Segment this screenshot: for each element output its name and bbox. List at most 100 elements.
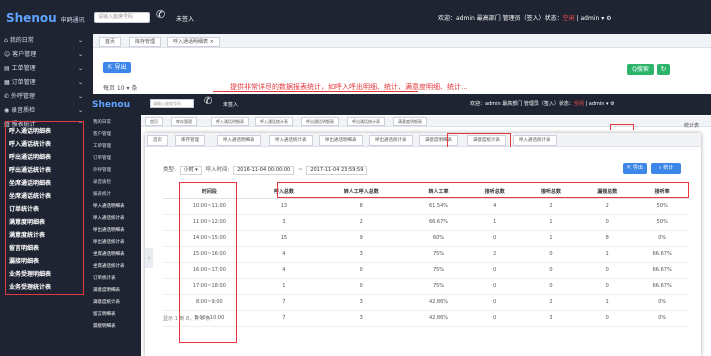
- overlay1-phone-icon[interactable]: ✆: [204, 96, 212, 107]
- table-row: 17:00~18:00 1 0 75% 0 0 0 66.67%: [163, 278, 689, 295]
- overlay1-sidebar-item[interactable]: 我的日常: [89, 118, 141, 128]
- report-submenu-highlight: [5, 121, 84, 295]
- overlay1-tab[interactable]: 库存管理: [171, 117, 197, 126]
- overlay1-tab[interactable]: 满意度明细表: [393, 117, 427, 126]
- table-cell: 50%: [635, 214, 689, 231]
- overlay1-sidebar-item[interactable]: 满意度统计表: [89, 298, 141, 308]
- overlay1-sidebar-item[interactable]: 呼出通话明细表: [89, 226, 141, 236]
- table-cell: 0: [466, 262, 523, 279]
- table-cell: 42.86%: [410, 294, 467, 311]
- table-cell: 1: [522, 230, 580, 247]
- chevron-down-icon: ⌄: [77, 51, 83, 58]
- app-logo[interactable]: Shenou 申鸥通讯: [6, 11, 85, 25]
- sidebar-item-5[interactable]: ◉ 录音质检 ⌄: [0, 104, 93, 118]
- overlay1-sidebar-item[interactable]: 坐席通话统计表: [89, 262, 141, 272]
- collapse-arrow-icon[interactable]: ‹: [145, 248, 153, 268]
- table-cell: 66.67%: [635, 246, 689, 263]
- table-cell: 7: [255, 294, 312, 311]
- table-cell: 0: [312, 278, 411, 295]
- table-cell: 3: [255, 214, 312, 231]
- overlay1-sidebar-item[interactable]: 呼出通话统计表: [89, 238, 141, 248]
- table-cell: 13: [255, 198, 312, 215]
- table-cell: 0: [466, 310, 523, 327]
- table-cell: 2: [312, 214, 411, 231]
- table-cell: 0: [579, 278, 636, 295]
- overlay1-sidebar-item[interactable]: 客户管理: [89, 130, 141, 140]
- overlay1-sidebar-item[interactable]: 呼入通话统计表: [89, 214, 141, 224]
- overlay1-sidebar-item[interactable]: 呼入通话明细表: [89, 202, 141, 212]
- table-cell: 4: [466, 198, 523, 215]
- sidebar-icon: ▤: [4, 65, 10, 72]
- settings-icon[interactable]: ⚙: [606, 15, 611, 22]
- phone-icon[interactable]: ✆: [156, 8, 165, 21]
- report-tab[interactable]: 呼入通话明细表: [217, 135, 261, 146]
- table-cell: 61.54%: [410, 198, 467, 215]
- table-row: 10:00~11:00 13 8 61.54% 4 2 2 50%: [163, 198, 689, 215]
- overlay1-sidebar-item[interactable]: 留言明细表: [89, 310, 141, 320]
- sidebar-item-2[interactable]: ▤ 工单管理 ⌄: [0, 62, 93, 76]
- agent-search-input[interactable]: 请输入座席号码: [94, 12, 150, 23]
- table-cell: 3: [312, 294, 411, 311]
- overlay1-sidebar-item[interactable]: 工单管理: [89, 142, 141, 152]
- table-cell: 50%: [635, 198, 689, 215]
- overlay1-search-input[interactable]: 请输入座席号码: [150, 99, 194, 108]
- table-cell: 1: [579, 294, 636, 311]
- table-cell: 75%: [410, 278, 467, 295]
- overlay1-sidebar-item[interactable]: 满意度明细表: [89, 286, 141, 296]
- report-tab[interactable]: 首页: [147, 135, 168, 146]
- overlay1-sidebar-item[interactable]: 外呼管理: [89, 166, 141, 176]
- sidebar-item-1[interactable]: ☺ 客户管理 ⌄: [0, 48, 93, 62]
- table-cell: 1: [579, 246, 636, 263]
- table-cell: 8: [579, 230, 636, 247]
- overlay1-tab[interactable]: 呼出通话明细表: [301, 117, 339, 126]
- overlay1-tab[interactable]: 首页: [145, 117, 163, 126]
- user-menu[interactable]: admin: [580, 15, 599, 22]
- start-time-input[interactable]: 2016-11-04 00:00:00: [233, 166, 295, 175]
- filter-row: 类型: 小时 ▾ 呼入时间: 2016-11-04 00:00:00 ~ 201…: [163, 165, 369, 175]
- end-time-input[interactable]: 2017-11-04 23:59:59: [306, 166, 368, 175]
- report-tab[interactable]: 库存管理: [175, 135, 205, 146]
- search-button[interactable]: Q搜索: [627, 64, 654, 75]
- overlay1-sidebar-item[interactable]: 订单管理: [89, 154, 141, 164]
- overlay1-welcome-text: 欢迎：admin 最高部门 管理员（签入）状态：空闲 | admin ▾ ⚙: [470, 101, 615, 107]
- overlay1-sidebar-item[interactable]: 订单统计表: [89, 274, 141, 284]
- sidebar-item-0[interactable]: ⌂ 我的日常 ⌄: [0, 34, 93, 48]
- sidebar-item-3[interactable]: ▦ 订单管理 ⌄: [0, 76, 93, 90]
- table-cell: 0: [466, 278, 523, 295]
- report-tab[interactable]: 呼出通话统计表: [369, 135, 413, 146]
- table-cell: 1: [522, 214, 580, 231]
- overlay1-hint: 统计表: [684, 123, 700, 129]
- report-tab[interactable]: 呼入通话统计表: [513, 135, 557, 146]
- overlay1-sidebar-item[interactable]: 坐席通话明细表: [89, 250, 141, 260]
- report-stats-button[interactable]: ⌕ 统计: [651, 163, 681, 174]
- overlay1-tab-highlight: [610, 124, 634, 130]
- report-tab[interactable]: 呼出通话明细表: [319, 135, 363, 146]
- report-tab[interactable]: 呼入通话统计表: [269, 135, 313, 146]
- overlay1-tab[interactable]: 呼入通话明细表: [211, 117, 249, 126]
- report-window: 首页 库存管理 呼入通话明细表 呼入通话统计表 呼出通话明细表 呼出通话统计表 满意度明细表…: [145, 133, 701, 356]
- table-cell: 2: [522, 198, 580, 215]
- page-size-select[interactable]: 每页 10 ▾ 条: [103, 83, 137, 92]
- tab-home[interactable]: 首页: [99, 37, 122, 47]
- agent-status: 未签入: [176, 16, 195, 23]
- table-cell: 66.67%: [410, 214, 467, 231]
- table-cell: 0: [466, 294, 523, 311]
- tab-inbound-detail[interactable]: 呼入通话明细表 ×: [167, 37, 220, 47]
- table-cell: 0%: [635, 310, 689, 327]
- refresh-icon[interactable]: ↻: [657, 64, 670, 75]
- report-export-button[interactable]: ⇱ 导出: [623, 163, 647, 174]
- sidebar-item-4[interactable]: ✆ 外呼管理 ⌄: [0, 90, 93, 104]
- tab-inventory[interactable]: 库存管理: [129, 37, 162, 47]
- type-select[interactable]: 小时 ▾: [179, 166, 202, 175]
- overlay1-sidebar-item[interactable]: 漏接明细表: [89, 322, 141, 332]
- overlay1-tab[interactable]: 呼出通话统计表: [347, 117, 385, 126]
- chevron-down-icon: ⌄: [77, 65, 83, 72]
- tab-bar: 首页 库存管理 呼入通话明细表 ×: [93, 34, 711, 48]
- overlay1-tab[interactable]: 呼入通话统计表: [255, 117, 293, 126]
- overlay1-sidebar-item[interactable]: 录音质检: [89, 178, 141, 188]
- table-cell: 7: [255, 310, 312, 327]
- chevron-down-icon: ⌄: [77, 79, 83, 86]
- overlay1-sidebar-item[interactable]: 报表统计: [89, 190, 141, 200]
- export-button[interactable]: ⇱ 导出: [103, 62, 131, 73]
- table-cell: 2: [466, 246, 523, 263]
